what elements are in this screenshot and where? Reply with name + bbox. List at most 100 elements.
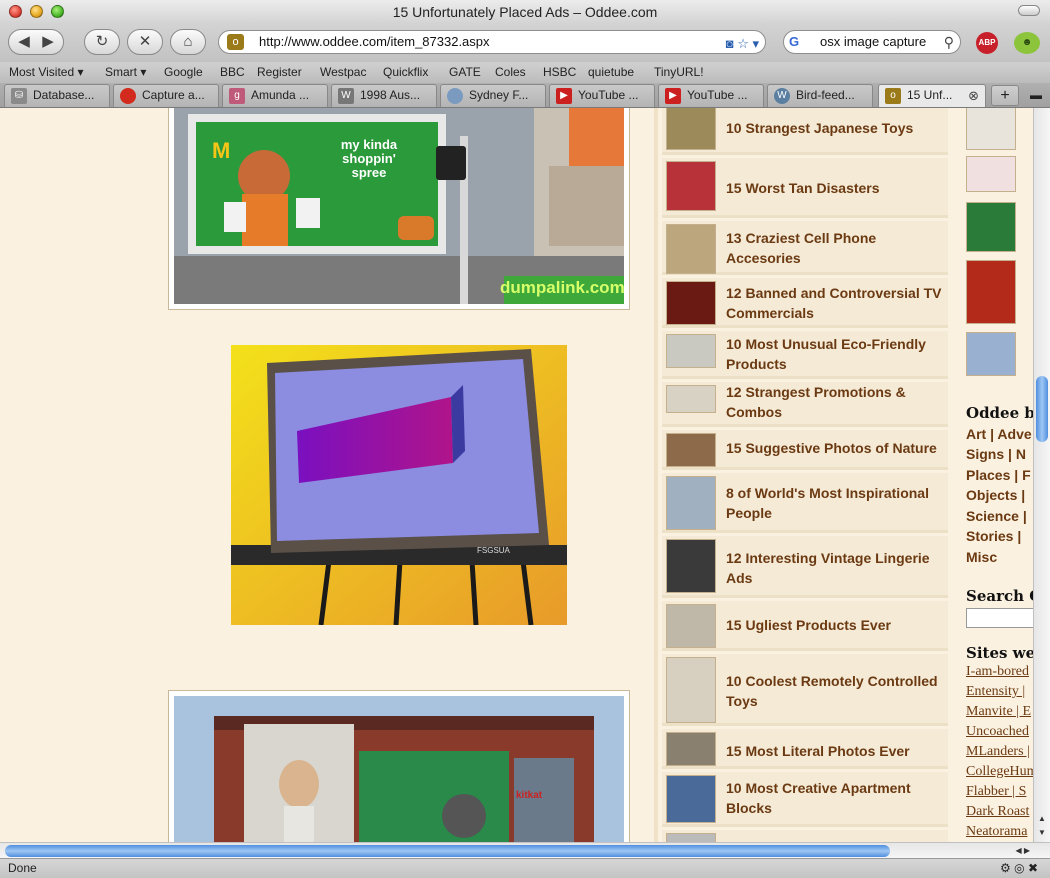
search-magnifier-icon[interactable]: ⚲	[944, 31, 954, 53]
vertical-scroll-thumb[interactable]	[1036, 376, 1048, 442]
related-title[interactable]: 12 Strangest Promotions & Combos	[726, 382, 946, 422]
tab-youtube-1[interactable]: ▶ YouTube ...	[549, 84, 655, 107]
related-title[interactable]: 10 Coolest Remotely Controlled Toys	[726, 671, 946, 711]
bookmark-item[interactable]: Coles	[495, 65, 526, 79]
related-thumb[interactable]	[666, 732, 716, 766]
tab-oddee-active[interactable]: o 15 Unf... ⊗	[878, 84, 986, 107]
home-button[interactable]: ⌂	[170, 29, 206, 55]
related-item[interactable]: 15 Ugliest Products Ever	[662, 601, 948, 651]
bookmark-item[interactable]: HSBC	[543, 65, 576, 79]
related-item[interactable]: 15 Worst Tan Disasters	[662, 158, 948, 218]
tab-sydney[interactable]: Sydney F...	[440, 84, 546, 107]
related-title[interactable]: 8 of World's Most Inspirational People	[726, 483, 946, 523]
greasemonkey-icon[interactable]: ☻	[1014, 32, 1040, 54]
sidebar-thumb[interactable]	[966, 202, 1016, 252]
back-arrow-icon[interactable]: ◀	[12, 30, 36, 54]
site-link[interactable]: Manvite | E	[966, 704, 1031, 720]
related-item[interactable]	[662, 830, 948, 842]
sidebar-thumb[interactable]	[966, 108, 1016, 150]
category-link[interactable]: Misc	[966, 549, 997, 565]
related-title[interactable]: 10 Strangest Japanese Toys	[726, 118, 913, 138]
horizontal-scroll-thumb[interactable]	[5, 845, 890, 857]
horizontal-scrollbar[interactable]: ◀ ▶	[0, 842, 1050, 858]
tab-1998-aus[interactable]: W 1998 Aus...	[331, 84, 437, 107]
google-search-engine-icon[interactable]: G	[789, 34, 807, 50]
related-title[interactable]: 13 Craziest Cell Phone Accesories	[726, 228, 946, 268]
related-thumb[interactable]	[666, 334, 716, 368]
bookmark-item[interactable]: Westpac	[320, 65, 366, 79]
bookmark-item[interactable]: Google	[164, 65, 203, 79]
category-link[interactable]: Science	[966, 508, 1019, 524]
related-title[interactable]: 15 Ugliest Products Ever	[726, 615, 891, 635]
oddee-search-input[interactable]	[966, 608, 1033, 628]
related-thumb[interactable]	[666, 224, 716, 274]
related-thumb[interactable]	[666, 775, 716, 823]
related-item[interactable]: 10 Most Unusual Eco-Friendly Products	[662, 331, 948, 379]
url-bar[interactable]: o http://www.oddee.com/item_87332.aspx ◙…	[218, 30, 766, 54]
bookmark-item[interactable]: quietube	[588, 65, 634, 79]
site-link[interactable]: Flabber | S	[966, 784, 1026, 800]
category-link[interactable]: Places	[966, 467, 1010, 483]
horizontal-scroll-arrows-icon[interactable]: ◀ ▶	[1015, 843, 1030, 859]
tab-bird-feed[interactable]: W Bird-feed...	[767, 84, 873, 107]
category-link[interactable]: F	[1022, 467, 1031, 483]
forward-arrow-icon[interactable]: ▶	[36, 30, 60, 54]
tab-capture[interactable]: Capture a...	[113, 84, 219, 107]
bookmark-item[interactable]: BBC	[220, 65, 245, 79]
site-link[interactable]: Dark Roast	[966, 804, 1029, 820]
related-title[interactable]: 10 Most Creative Apartment Blocks	[726, 778, 946, 818]
related-thumb[interactable]	[666, 657, 716, 723]
related-item[interactable]: 15 Suggestive Photos of Nature	[662, 430, 948, 470]
zoom-window-button[interactable]	[51, 5, 64, 18]
stop-button[interactable]: ✕	[127, 29, 163, 55]
search-query[interactable]: osx image capture	[820, 34, 926, 49]
bookmark-item[interactable]: Smart ▾	[105, 65, 146, 79]
site-link[interactable]: CollegeHum	[966, 764, 1033, 780]
adblock-plus-icon[interactable]: ABP	[976, 32, 998, 54]
related-title[interactable]: 10 Most Unusual Eco-Friendly Products	[726, 334, 946, 374]
category-link[interactable]: Objects	[966, 487, 1017, 503]
related-title[interactable]: 15 Suggestive Photos of Nature	[726, 438, 937, 458]
rss-star-icon[interactable]: ◙ ☆ ▾	[726, 33, 759, 55]
site-link[interactable]: Uncoached	[966, 724, 1029, 740]
related-item[interactable]: 10 Coolest Remotely Controlled Toys	[662, 654, 948, 726]
tab-database[interactable]: ⛁ Database...	[4, 84, 110, 107]
status-addon-icons[interactable]: ⚙ ◎ ✖	[1000, 859, 1038, 878]
related-title[interactable]: 12 Interesting Vintage Lingerie Ads	[726, 548, 946, 588]
related-thumb[interactable]	[666, 833, 716, 842]
tab-list-icon[interactable]: ▬	[1024, 85, 1048, 106]
related-item[interactable]: 12 Interesting Vintage Lingerie Ads	[662, 536, 948, 598]
site-link[interactable]: Entensity |	[966, 684, 1025, 700]
vertical-scrollbar[interactable]: ▲ ▼	[1033, 108, 1050, 842]
related-thumb[interactable]	[666, 161, 716, 211]
tab-amunda[interactable]: g Amunda ...	[222, 84, 328, 107]
category-link[interactable]: Signs	[966, 446, 1004, 462]
bookmark-item[interactable]: TinyURL!	[654, 65, 704, 79]
related-item[interactable]: 13 Craziest Cell Phone Accesories	[662, 221, 948, 275]
related-title[interactable]: 15 Worst Tan Disasters	[726, 178, 880, 198]
tab-youtube-2[interactable]: ▶ YouTube ...	[658, 84, 764, 107]
site-link[interactable]: MLanders |	[966, 744, 1030, 760]
category-link[interactable]: Adve	[997, 426, 1031, 442]
sidebar-thumb[interactable]	[966, 156, 1016, 192]
bookmark-item[interactable]: Register	[257, 65, 302, 79]
close-tab-icon[interactable]: ⊗	[968, 85, 979, 106]
sidebar-thumb[interactable]	[966, 260, 1016, 324]
close-window-button[interactable]	[9, 5, 22, 18]
related-item[interactable]: 12 Strangest Promotions & Combos	[662, 382, 948, 427]
related-title[interactable]: 15 Most Literal Photos Ever	[726, 741, 910, 761]
reload-button[interactable]: ↻	[84, 29, 120, 55]
related-title[interactable]: 12 Banned and Controversial TV Commercia…	[726, 283, 946, 323]
category-link[interactable]: Stories	[966, 528, 1013, 544]
related-item[interactable]: 12 Banned and Controversial TV Commercia…	[662, 278, 948, 328]
category-link[interactable]: N	[1016, 446, 1026, 462]
bookmark-item[interactable]: Most Visited ▾	[9, 65, 84, 79]
site-link[interactable]: I-am-bored	[966, 664, 1029, 680]
bookmark-item[interactable]: Quickflix	[383, 65, 428, 79]
search-bar[interactable]: G osx image capture ⚲	[783, 30, 961, 54]
related-thumb[interactable]	[666, 604, 716, 648]
category-link[interactable]: Art	[966, 426, 986, 442]
toolbar-toggle-button[interactable]	[1018, 5, 1040, 16]
url-text[interactable]: http://www.oddee.com/item_87332.aspx	[259, 34, 490, 49]
new-tab-button[interactable]: +	[991, 85, 1019, 106]
